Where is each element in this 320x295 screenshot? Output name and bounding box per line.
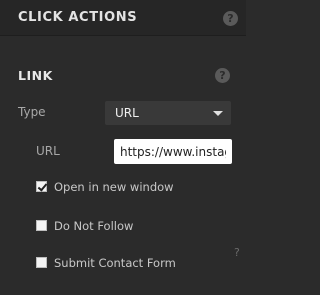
help-icon[interactable]: ?: [223, 11, 238, 26]
url-field[interactable]: [114, 139, 232, 164]
help-icon[interactable]: ?: [215, 68, 230, 83]
submit-contact-form-checkbox[interactable]: [36, 257, 47, 268]
submit-contact-form-label[interactable]: Submit Contact Form: [54, 256, 176, 270]
section-title-link: LINK: [18, 68, 53, 83]
type-label: Type: [18, 105, 46, 119]
link-type-value: URL: [115, 106, 139, 120]
open-in-new-window-label[interactable]: Open in new window: [54, 180, 174, 194]
panel-header: CLICK ACTIONS ?: [0, 0, 246, 36]
link-type-select[interactable]: URL: [105, 101, 231, 125]
open-in-new-window-checkbox[interactable]: [36, 181, 47, 192]
chevron-down-icon: [213, 111, 223, 116]
url-label: URL: [36, 144, 60, 158]
help-icon[interactable]: ?: [234, 246, 240, 259]
do-not-follow-label[interactable]: Do Not Follow: [54, 219, 133, 233]
do-not-follow-checkbox[interactable]: [36, 220, 47, 231]
panel-title: CLICK ACTIONS: [18, 10, 138, 25]
